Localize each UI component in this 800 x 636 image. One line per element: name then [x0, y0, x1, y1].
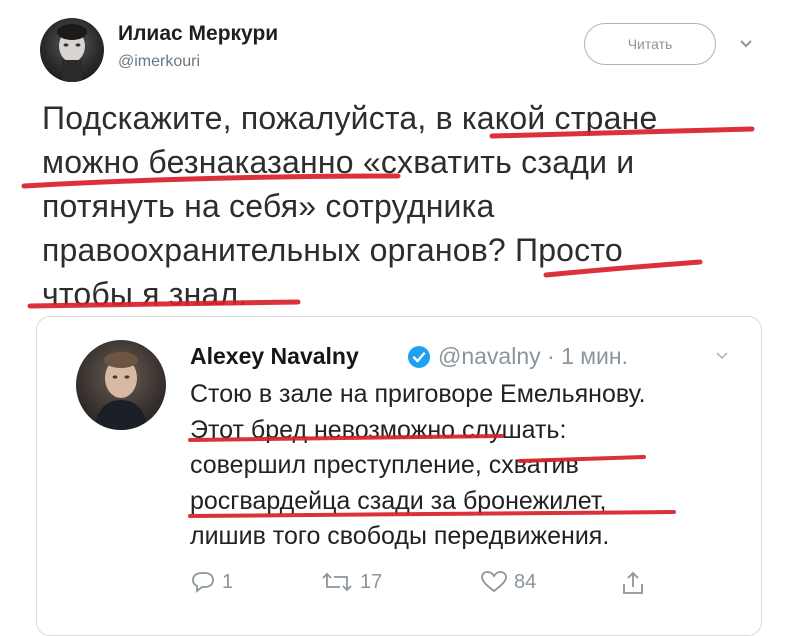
- author-handle[interactable]: @imerkouri: [118, 53, 200, 71]
- tweet-text-line: можно безнаказанно «схватить сзади и: [42, 144, 635, 180]
- quoted-handle-time[interactable]: @navalny · 1 мин.: [438, 343, 628, 370]
- tweet-text: Подскажите, пожалуйста, в какой стране м…: [42, 96, 742, 316]
- like-count: 84: [514, 570, 537, 593]
- heart-icon: [480, 570, 508, 594]
- follow-button[interactable]: Читать: [584, 23, 716, 65]
- quoted-text-line: Этот бред невозможно слушать:: [190, 415, 567, 444]
- retweet-icon: [320, 570, 354, 594]
- reply-button[interactable]: 1: [190, 570, 233, 594]
- tweet-text-line: чтобы я знал.: [42, 276, 248, 312]
- tweet-actions: 1 17 84: [190, 570, 750, 600]
- reply-count: 1: [222, 570, 234, 593]
- quoted-text-line: росгвардейца сзади за бронежилет,: [190, 486, 607, 515]
- reply-icon: [190, 570, 216, 594]
- retweet-button[interactable]: 17: [320, 570, 382, 594]
- author-name[interactable]: Илиас Меркури: [118, 22, 278, 46]
- chevron-down-icon[interactable]: [736, 34, 756, 54]
- quoted-avatar-image: [94, 352, 148, 430]
- share-button[interactable]: [620, 570, 646, 596]
- author-avatar[interactable]: [40, 18, 104, 82]
- tweet-text-line: Подскажите, пожалуйста, в какой стране: [42, 100, 658, 136]
- quoted-author-avatar[interactable]: [76, 340, 166, 430]
- retweet-count: 17: [360, 570, 383, 593]
- share-icon: [620, 570, 646, 596]
- author-avatar-image: [57, 24, 87, 82]
- tweet-text-line: правоохранительных органов? Просто: [42, 232, 623, 268]
- quoted-author-name[interactable]: Alexey Navalny: [190, 343, 359, 370]
- quoted-text-line: лишив того свободы передвижения.: [190, 522, 610, 550]
- quoted-tweet-text: Стою в зале на приговоре Емельянову. Это…: [190, 377, 750, 555]
- like-button[interactable]: 84: [480, 570, 536, 594]
- verified-badge-icon: [407, 345, 431, 369]
- chevron-down-icon[interactable]: [712, 346, 732, 366]
- quoted-text-line: совершил преступление, схватив: [190, 451, 579, 479]
- tweet-text-line: потянуть на себя» сотрудника: [42, 188, 495, 224]
- quoted-text-line: Стою в зале на приговоре Емельянову.: [190, 380, 646, 408]
